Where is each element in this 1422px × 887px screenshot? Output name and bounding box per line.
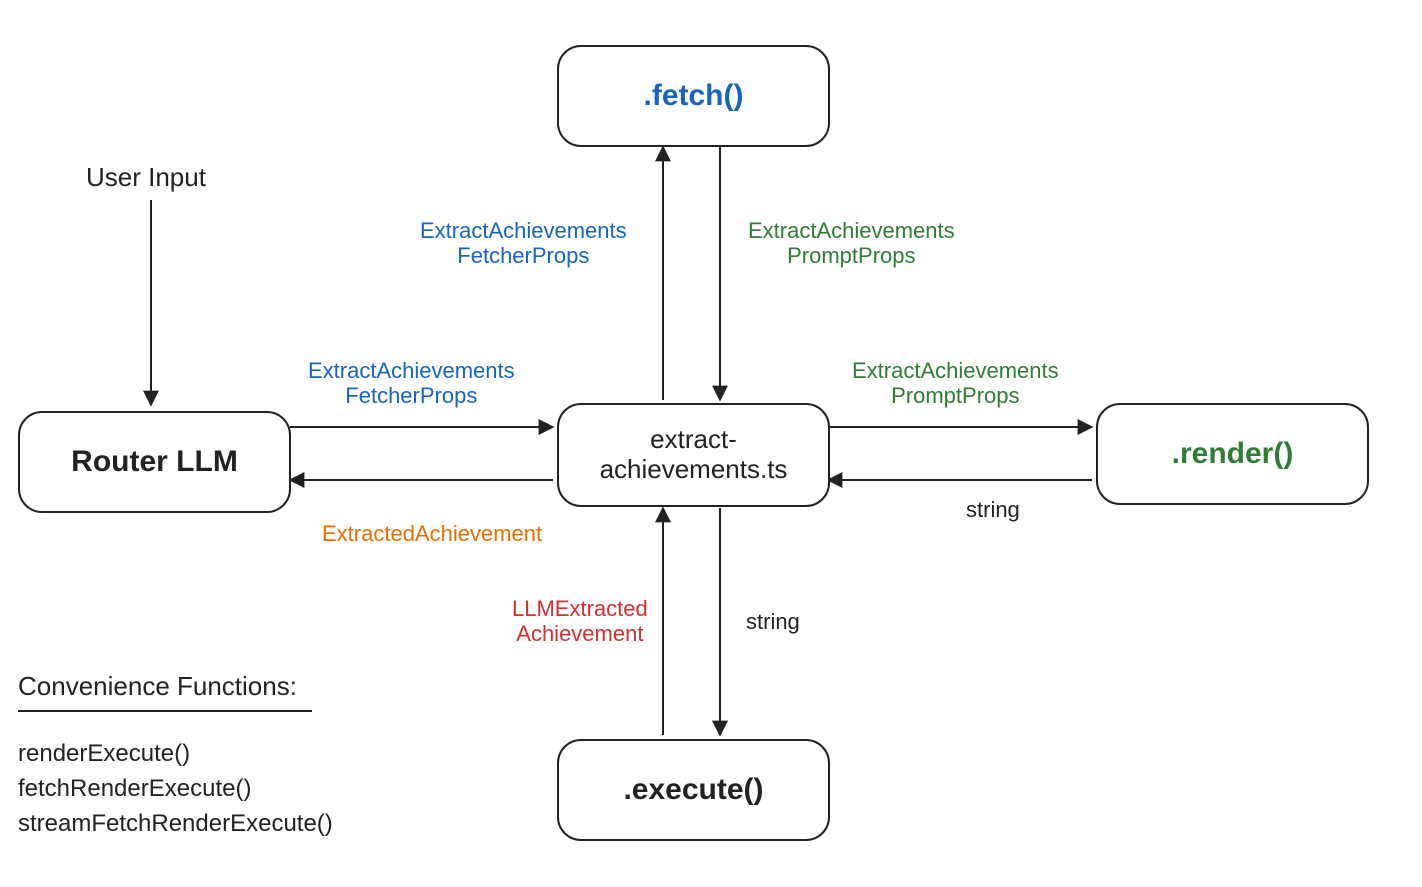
- node-router-label: Router LLM: [71, 445, 238, 480]
- footer-underline: [18, 710, 312, 712]
- node-center: extract- achievements.ts: [557, 403, 830, 507]
- label-bottom-left: LLMExtracted Achievement: [512, 596, 648, 647]
- label-bottom-right: string: [746, 609, 800, 634]
- label-left-bottom: ExtractedAchievement: [322, 521, 542, 546]
- footer-fn2: fetchRenderExecute(): [18, 775, 251, 803]
- node-execute: .execute(): [557, 739, 830, 841]
- label-right-top: ExtractAchievements PromptProps: [852, 358, 1059, 409]
- label-right-bottom: string: [966, 497, 1020, 522]
- footer-fn3: streamFetchRenderExecute(): [18, 810, 333, 838]
- footer-fn1: renderExecute(): [18, 740, 190, 768]
- node-center-label: extract- achievements.ts: [600, 425, 788, 485]
- label-user-input: User Input: [86, 163, 206, 193]
- node-fetch-label: .fetch(): [644, 79, 744, 114]
- node-fetch: .fetch(): [557, 45, 830, 147]
- node-execute-label: .execute(): [623, 773, 763, 808]
- node-router: Router LLM: [18, 411, 291, 513]
- footer-title: Convenience Functions:: [18, 672, 297, 702]
- node-render: .render(): [1096, 403, 1369, 505]
- label-top-left: ExtractAchievements FetcherProps: [420, 218, 627, 269]
- label-left-top: ExtractAchievements FetcherProps: [308, 358, 515, 409]
- node-center-line1: extract-: [650, 424, 737, 454]
- node-center-line2: achievements.ts: [600, 454, 788, 484]
- label-top-right: ExtractAchievements PromptProps: [748, 218, 955, 269]
- node-render-label: .render(): [1172, 437, 1294, 472]
